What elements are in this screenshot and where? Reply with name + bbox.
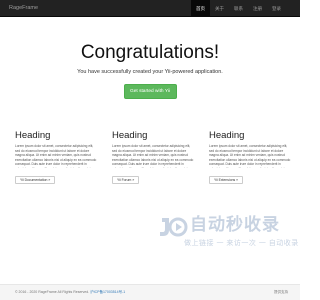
nav-item-contact[interactable]: 联系 [229,0,248,17]
nav-item-home[interactable]: 首页 [191,0,210,17]
get-started-button[interactable]: Get started with Yii [123,84,177,99]
footer: © 2016 - 2020 RageFrame All Rights Reser… [0,284,300,300]
watermark: 自动秒收录 做上链接 一 来访一次 一 自动收录 [158,214,298,254]
watermark-logo-icon [160,217,188,237]
feature-column: Heading Lorem ipsum dolor sit amet, cons… [112,130,194,186]
feature-column: Heading Lorem ipsum dolor sit amet, cons… [15,130,97,186]
navbar: RageFrame 首页 关于 联系 注册 登录 [0,0,300,17]
icp-link[interactable]: 沪ICP备17003514号-1 [90,290,125,294]
column-heading: Heading [15,130,51,141]
yii-forum-button[interactable]: Yii Forum » [112,176,140,184]
footer-copyright: © 2016 - 2020 RageFrame All Rights Reser… [15,290,125,295]
nav-item-login[interactable]: 登录 [267,0,286,17]
navbar-menu: 首页 关于 联系 注册 登录 [191,0,286,17]
nav-item-signup[interactable]: 注册 [248,0,267,17]
nav-item-about[interactable]: 关于 [210,0,229,17]
yii-extensions-button[interactable]: Yii Extensions » [209,176,243,184]
watermark-title: 自动秒收录 [190,215,280,234]
column-body: Lorem ipsum dolor sit amet, consectetur … [209,144,291,168]
copyright-text: © 2016 - 2020 RageFrame All Rights Reser… [15,290,90,294]
watermark-subtitle: 做上链接 一 来访一次 一 自动收录 [184,240,299,247]
feature-column: Heading Lorem ipsum dolor sit amet, cons… [209,130,291,186]
jumbotron: Congratulations! You have successfully c… [0,34,300,99]
lead-text: You have successfully created your Yii-p… [77,69,223,75]
navbar-brand[interactable]: RageFrame [9,4,38,13]
feature-columns: Heading Lorem ipsum dolor sit amet, cons… [15,130,291,186]
column-body: Lorem ipsum dolor sit amet, consectetur … [112,144,194,168]
powered-by: 提供支持 [274,290,288,294]
column-heading: Heading [209,130,245,141]
column-body: Lorem ipsum dolor sit amet, consectetur … [15,144,97,168]
yii-documentation-button[interactable]: Yii Documentation » [15,176,56,184]
page-title: Congratulations! [80,42,220,63]
column-heading: Heading [112,130,148,141]
